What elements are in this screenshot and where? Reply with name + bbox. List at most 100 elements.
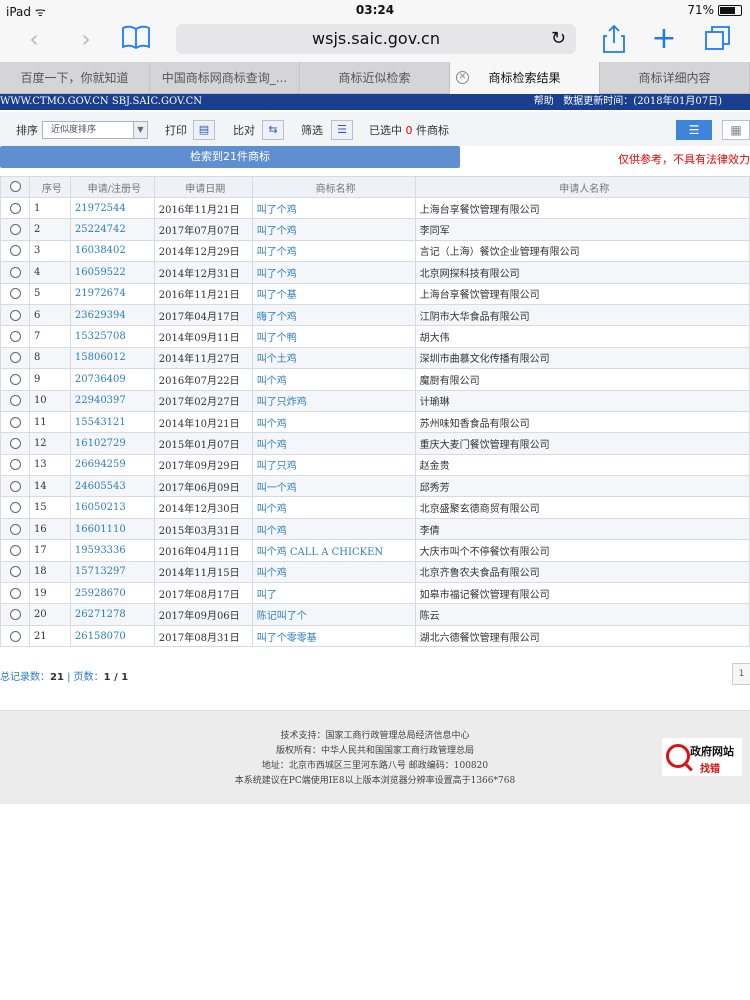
result-summary: 检索到21件商标 xyxy=(0,146,460,168)
table-row: 1 21972544 2016年11月21日 叫了个鸡 上海台享餐饮管理有限公司 xyxy=(0,196,750,220)
print-icon[interactable]: ▤ xyxy=(193,120,215,140)
row-checkbox[interactable] xyxy=(0,218,30,241)
row-trademark-name[interactable]: 叫个鸡 xyxy=(251,410,416,434)
row-trademark-name[interactable]: 叫了个鸡 xyxy=(251,261,416,284)
row-trademark-name[interactable]: 叫了个鸡 xyxy=(251,196,416,220)
row-applicant: 李倩 xyxy=(414,517,750,541)
new-tab-icon[interactable]: + xyxy=(648,24,680,56)
row-reg-number[interactable]: 25928670 xyxy=(69,582,155,605)
row-trademark-name[interactable]: 叫了只炸鸡 xyxy=(251,389,416,412)
row-checkbox[interactable] xyxy=(0,303,30,327)
row-trademark-name[interactable]: 叫个鸡 xyxy=(251,496,416,519)
row-applicant: 北京盛聚玄德商贸有限公司 xyxy=(414,496,750,519)
row-trademark-name[interactable]: 叫个鸡 xyxy=(251,368,416,391)
row-trademark-name[interactable]: 叫了个零零基 xyxy=(251,624,416,648)
sort-select[interactable]: 近似度排序 ▼ xyxy=(42,121,148,139)
row-reg-number[interactable]: 21972544 xyxy=(69,196,155,220)
row-reg-number[interactable]: 15325708 xyxy=(69,325,155,348)
row-reg-number[interactable]: 25224742 xyxy=(69,218,155,241)
bookmarks-icon[interactable] xyxy=(120,24,152,56)
selected-count: 0 xyxy=(405,124,413,137)
row-trademark-name[interactable]: 叫了个鸡 xyxy=(251,218,416,241)
row-checkbox[interactable] xyxy=(0,603,30,626)
row-checkbox[interactable] xyxy=(0,624,30,648)
tabs-overview-icon[interactable] xyxy=(702,24,734,56)
row-trademark-name[interactable]: 叫个鸡 xyxy=(251,432,416,455)
row-reg-number[interactable]: 16059522 xyxy=(69,261,155,284)
close-icon[interactable]: ✕ xyxy=(456,71,469,84)
row-date: 2014年12月31日 xyxy=(153,261,253,284)
row-trademark-name[interactable]: 叫了个鸭 xyxy=(251,325,416,348)
row-checkbox[interactable] xyxy=(0,410,30,434)
tab-trademark-query[interactable]: 中国商标网商标查询_... xyxy=(150,62,300,94)
row-reg-number[interactable]: 16102729 xyxy=(69,432,155,455)
row-checkbox[interactable] xyxy=(0,325,30,348)
row-trademark-name[interactable]: 叫个鸡 xyxy=(251,517,416,541)
compare-label: 比对 xyxy=(233,124,255,137)
address-bar[interactable]: wsjs.saic.gov.cn ↻ xyxy=(176,24,576,54)
row-trademark-name[interactable]: 叫个土鸡 xyxy=(251,346,416,370)
tab-trademark-detail[interactable]: 商标详细内容 xyxy=(600,62,750,94)
tab-baidu[interactable]: 百度一下，你就知道 xyxy=(0,62,150,94)
row-trademark-name[interactable]: 叫了个基 xyxy=(251,282,416,305)
row-reg-number[interactable]: 15806012 xyxy=(69,346,155,370)
row-reg-number[interactable]: 26271278 xyxy=(69,603,155,626)
row-reg-number[interactable]: 21972674 xyxy=(69,282,155,305)
select-all-checkbox[interactable] xyxy=(0,176,30,198)
row-reg-number[interactable]: 16050213 xyxy=(69,496,155,519)
row-checkbox[interactable] xyxy=(0,539,30,562)
filter-icon[interactable]: ☰ xyxy=(331,120,353,140)
row-checkbox[interactable] xyxy=(0,196,30,220)
row-applicant: 深圳市曲慕文化传播有限公司 xyxy=(414,346,750,370)
row-checkbox[interactable] xyxy=(0,282,30,305)
row-reg-number[interactable]: 26158070 xyxy=(69,624,155,648)
share-icon[interactable] xyxy=(598,24,630,56)
row-checkbox[interactable] xyxy=(0,368,30,391)
forward-icon[interactable]: › xyxy=(70,24,102,56)
row-reg-number[interactable]: 19593336 xyxy=(69,539,155,562)
row-checkbox[interactable] xyxy=(0,496,30,519)
compare-icon[interactable]: ⇆ xyxy=(262,120,284,140)
row-trademark-name[interactable]: 叫一个鸡 xyxy=(251,475,416,498)
row-trademark-name[interactable]: 嗨了个鸡 xyxy=(251,303,416,327)
row-reg-number[interactable]: 16601110 xyxy=(69,517,155,541)
row-reg-number[interactable]: 20736409 xyxy=(69,368,155,391)
row-reg-number[interactable]: 24605543 xyxy=(69,475,155,498)
row-trademark-name[interactable]: 叫了 xyxy=(251,582,416,605)
list-view-icon[interactable]: ☰ xyxy=(676,120,712,140)
row-checkbox[interactable] xyxy=(0,239,30,263)
row-checkbox[interactable] xyxy=(0,560,30,584)
row-reg-number[interactable]: 23629394 xyxy=(69,303,155,327)
grid-view-icon[interactable]: ▦ xyxy=(722,120,750,140)
row-reg-number[interactable]: 15543121 xyxy=(69,410,155,434)
reload-icon[interactable]: ↻ xyxy=(551,24,566,54)
row-checkbox[interactable] xyxy=(0,475,30,498)
back-icon[interactable]: ‹ xyxy=(18,24,50,56)
help-link[interactable]: 帮助 xyxy=(534,96,554,107)
row-no: 9 xyxy=(28,368,71,391)
page-button[interactable]: 1 xyxy=(732,663,750,685)
tab-similar-search[interactable]: 商标近似检索 xyxy=(300,62,450,94)
row-reg-number[interactable]: 15713297 xyxy=(69,560,155,584)
pager: 总记录数：21 | 页数：1 / 1 xyxy=(0,672,129,683)
row-checkbox[interactable] xyxy=(0,261,30,284)
row-checkbox[interactable] xyxy=(0,389,30,412)
row-reg-number[interactable]: 26694259 xyxy=(69,453,155,477)
row-trademark-name[interactable]: 叫了只鸡 xyxy=(251,453,416,477)
row-checkbox[interactable] xyxy=(0,582,30,605)
row-applicant: 陈云 xyxy=(414,603,750,626)
tab-search-results[interactable]: ✕ 商标检索结果 xyxy=(450,62,600,94)
row-applicant: 北京齐鲁农夫食品有限公司 xyxy=(414,560,750,584)
print-label: 打印 xyxy=(165,124,187,137)
row-checkbox[interactable] xyxy=(0,517,30,541)
gov-site-error-badge[interactable]: 政府网站 找错 xyxy=(662,738,742,776)
row-checkbox[interactable] xyxy=(0,453,30,477)
row-checkbox[interactable] xyxy=(0,346,30,370)
row-trademark-name[interactable]: 叫个鸡 CALL A CHICKEN xyxy=(251,539,416,562)
row-trademark-name[interactable]: 叫个鸡 xyxy=(251,560,416,584)
row-reg-number[interactable]: 16038402 xyxy=(69,239,155,263)
row-trademark-name[interactable]: 陈记叫了个 xyxy=(251,603,416,626)
row-reg-number[interactable]: 22940397 xyxy=(69,389,155,412)
row-trademark-name[interactable]: 叫了个鸡 xyxy=(251,239,416,263)
row-checkbox[interactable] xyxy=(0,432,30,455)
